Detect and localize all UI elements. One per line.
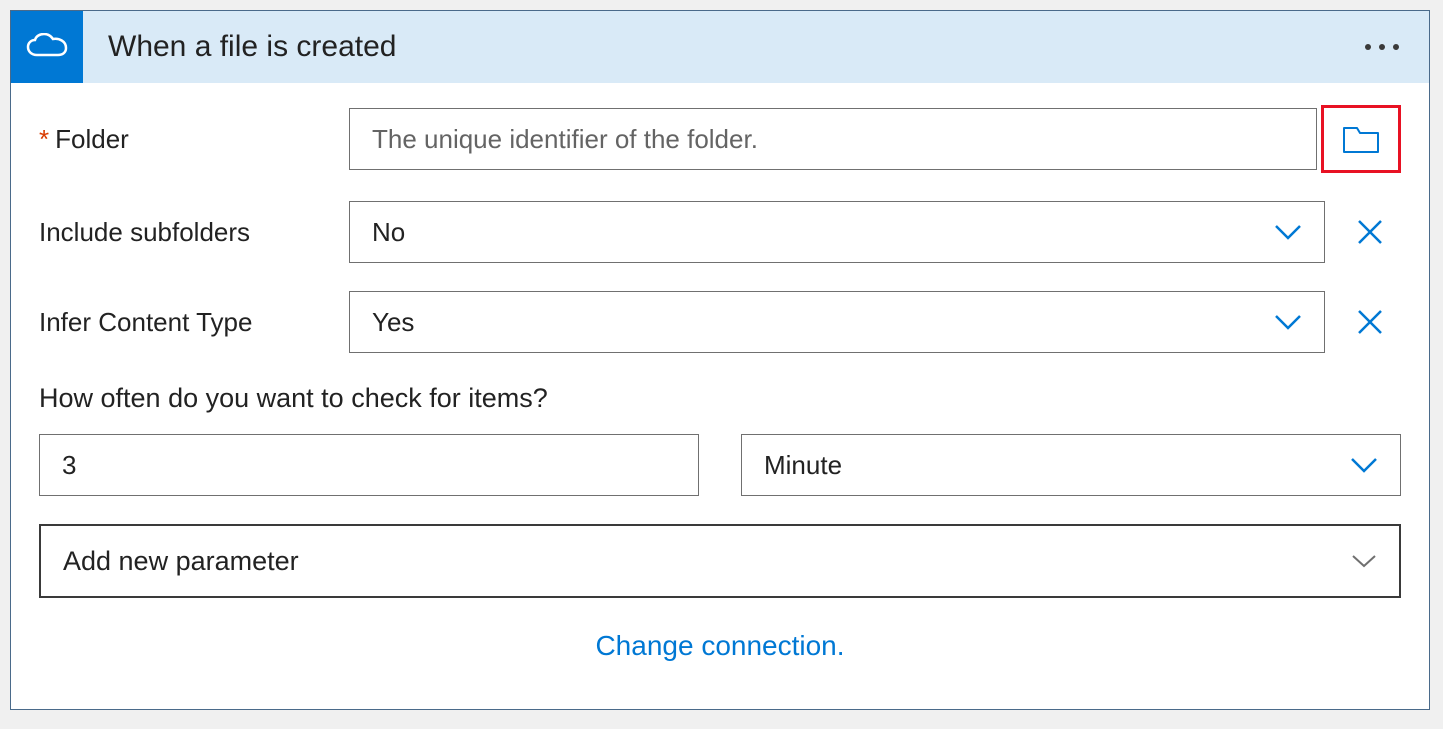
polling-question-label: How often do you want to check for items…: [39, 383, 1401, 414]
onedrive-icon: [11, 11, 83, 83]
card-body: *Folder The unique identifier of the fol…: [11, 83, 1429, 684]
card-title: When a file is created: [83, 30, 1365, 64]
chevron-down-icon: [1350, 457, 1378, 473]
polling-unit-select[interactable]: Minute: [741, 434, 1401, 496]
include-subfolders-select[interactable]: No: [349, 201, 1325, 263]
remove-infer-content-type-button[interactable]: [1339, 291, 1401, 353]
infer-content-type-select[interactable]: Yes: [349, 291, 1325, 353]
folder-picker-button[interactable]: [1321, 105, 1401, 173]
include-subfolders-row: Include subfolders No: [39, 201, 1401, 263]
change-connection-link[interactable]: Change connection.: [595, 630, 844, 661]
add-parameter-dropdown[interactable]: Add new parameter: [39, 524, 1401, 598]
trigger-card: When a file is created *Folder The uniqu…: [10, 10, 1430, 710]
more-options-button[interactable]: [1365, 44, 1399, 50]
folder-label: *Folder: [39, 124, 349, 155]
footer-row: Change connection.: [39, 630, 1401, 662]
card-header: When a file is created: [11, 11, 1429, 83]
include-subfolders-label: Include subfolders: [39, 217, 349, 248]
close-icon: [1356, 218, 1384, 246]
infer-content-type-label: Infer Content Type: [39, 307, 349, 338]
infer-content-type-row: Infer Content Type Yes: [39, 291, 1401, 353]
folder-row: *Folder The unique identifier of the fol…: [39, 105, 1401, 173]
polling-row: 3 Minute: [39, 434, 1401, 496]
required-asterisk: *: [39, 124, 49, 154]
polling-interval-input[interactable]: 3: [39, 434, 699, 496]
chevron-down-icon: [1274, 314, 1302, 330]
chevron-down-icon: [1274, 224, 1302, 240]
remove-include-subfolders-button[interactable]: [1339, 201, 1401, 263]
folder-icon: [1342, 124, 1380, 154]
folder-input[interactable]: The unique identifier of the folder.: [349, 108, 1317, 170]
close-icon: [1356, 308, 1384, 336]
chevron-down-icon: [1351, 554, 1377, 568]
